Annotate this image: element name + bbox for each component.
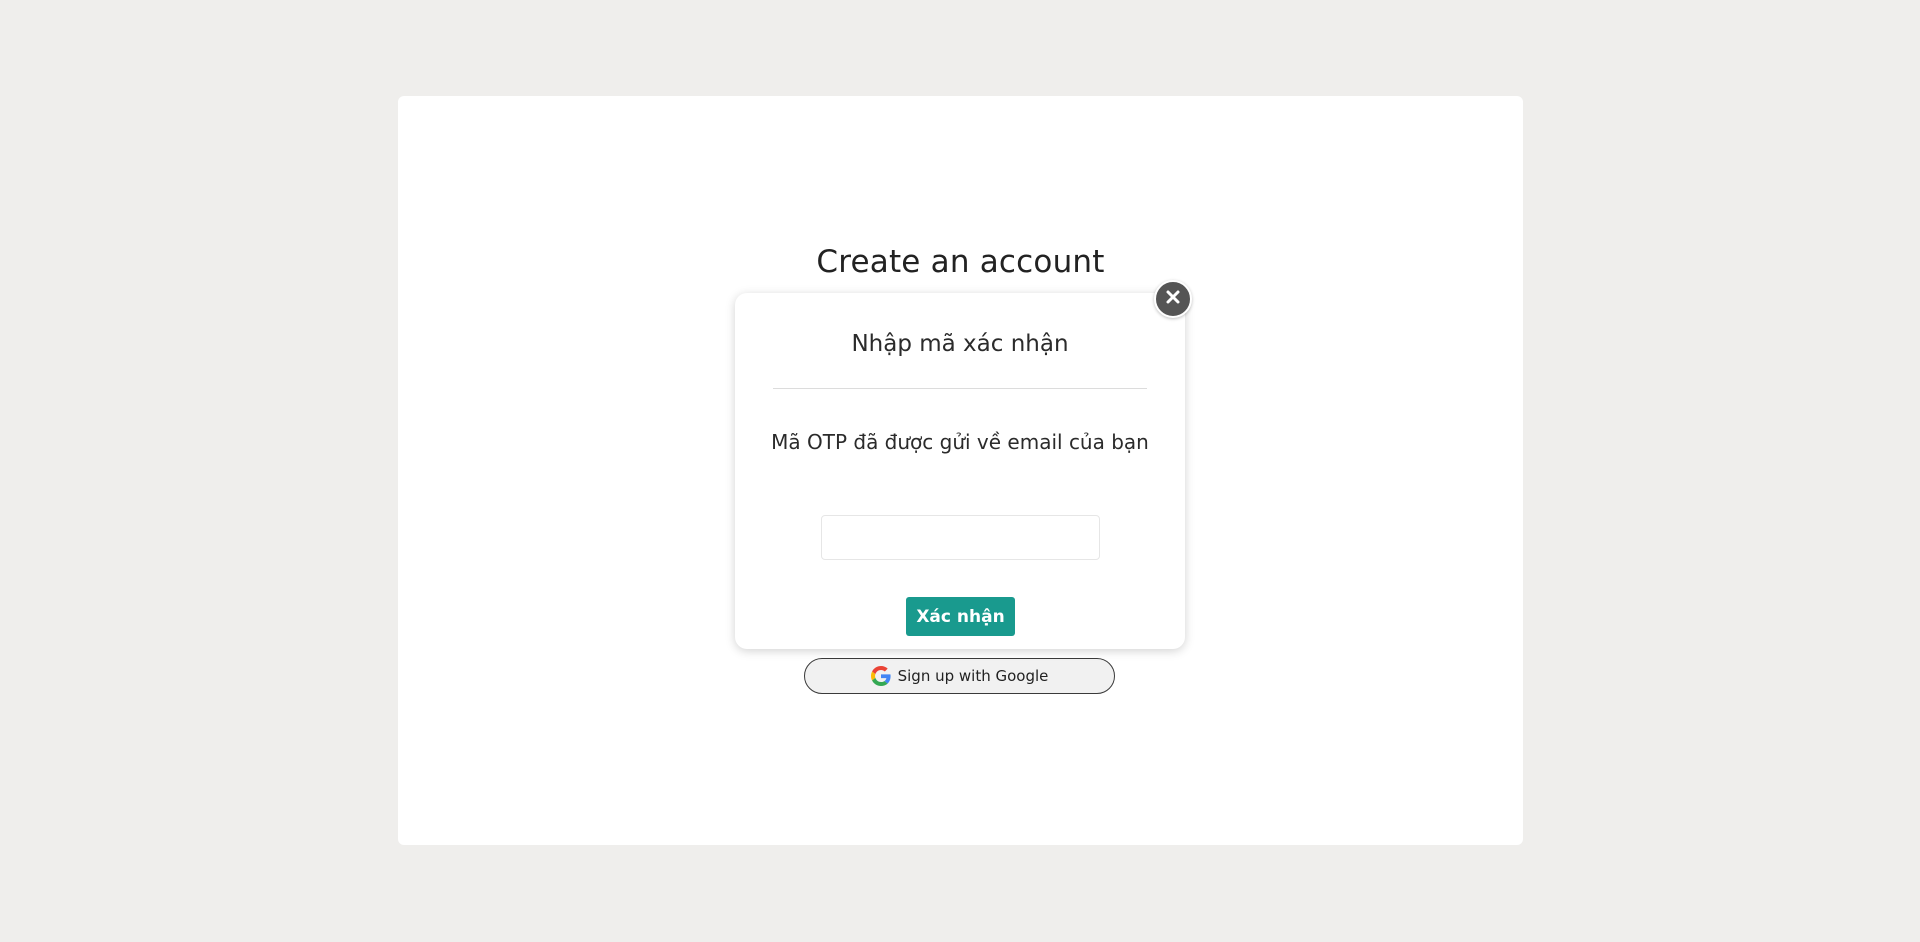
divider — [773, 388, 1147, 389]
otp-message: Mã OTP đã được gửi về email của bạn — [771, 430, 1149, 454]
otp-modal: Nhập mã xác nhận Mã OTP đã được gửi về e… — [735, 293, 1185, 649]
google-icon — [870, 666, 891, 686]
confirm-button[interactable]: Xác nhận — [906, 597, 1015, 636]
google-signup-button[interactable]: Sign up with Google — [804, 658, 1115, 694]
page-title: Create an account — [816, 244, 1105, 280]
otp-modal-title: Nhập mã xác nhận — [851, 331, 1069, 357]
google-signup-label: Sign up with Google — [897, 667, 1049, 685]
close-modal-button[interactable] — [1154, 280, 1192, 318]
otp-input[interactable] — [821, 515, 1100, 560]
close-icon — [1165, 289, 1181, 309]
